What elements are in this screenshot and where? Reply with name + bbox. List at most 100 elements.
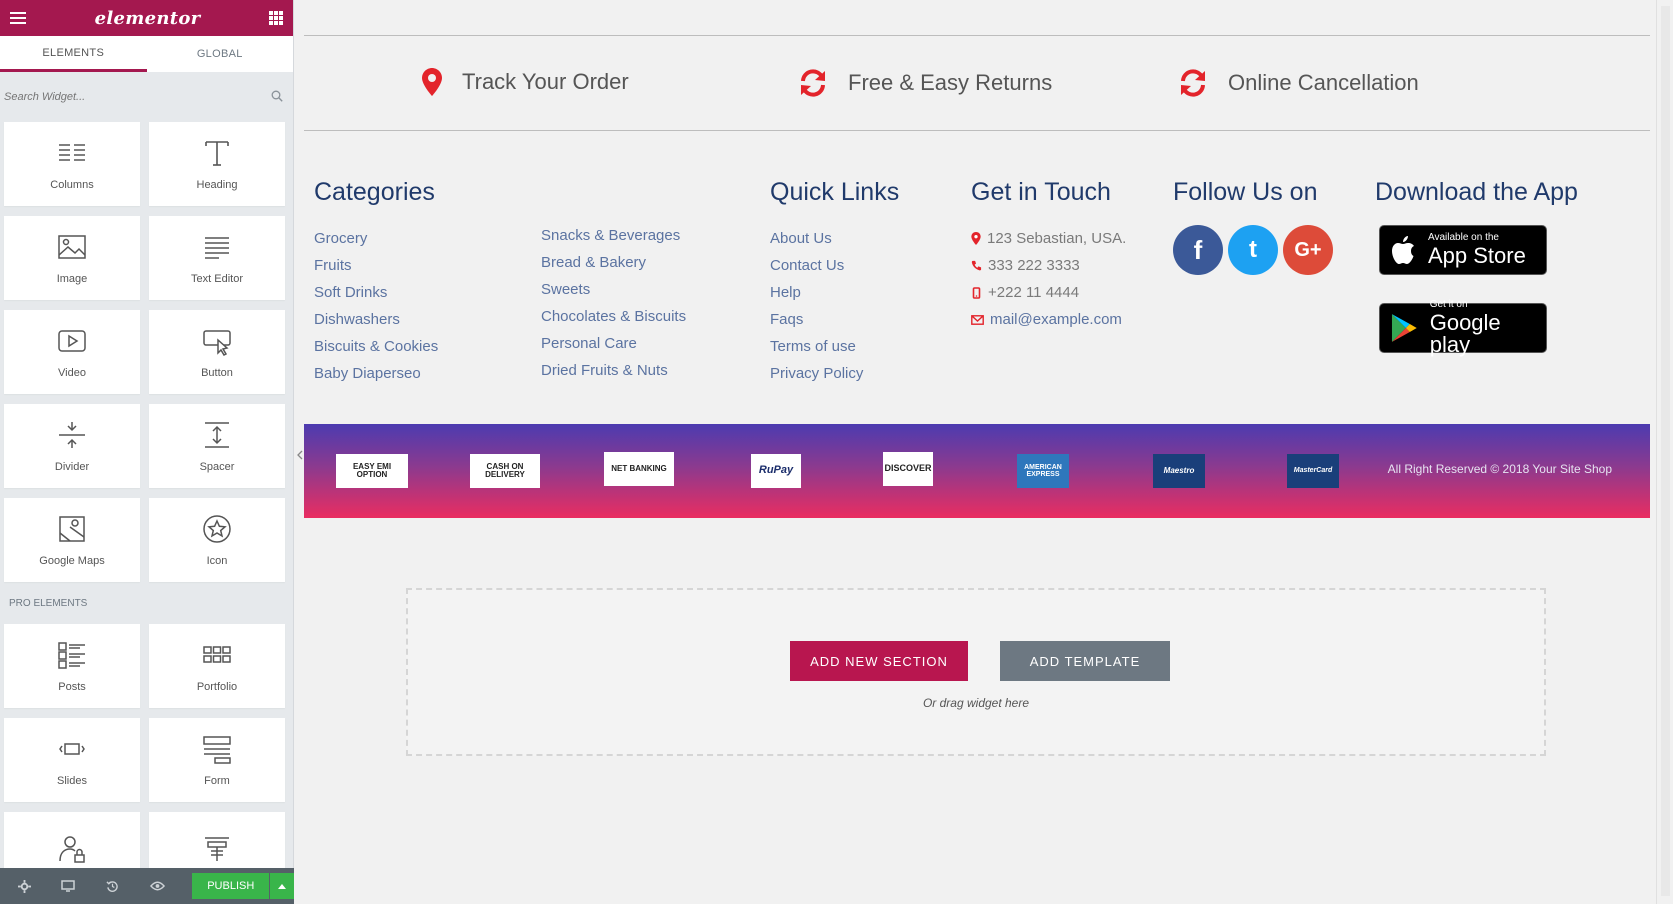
gplay-big-text: Google play [1429, 310, 1501, 357]
app-store-badge[interactable]: Available on the App Store [1379, 225, 1547, 275]
widget-label: Icon [206, 555, 228, 567]
category-link[interactable]: Chocolates & Biscuits [541, 303, 686, 330]
add-template-button[interactable]: ADD TEMPLATE [1000, 641, 1170, 681]
category-link[interactable]: Dishwashers [314, 306, 438, 333]
image-icon [58, 235, 86, 259]
google-play-badge[interactable]: Get it on Google play [1379, 300, 1547, 357]
widget-video[interactable]: Video [4, 310, 140, 394]
mastercard-badge: MasterCard [1287, 454, 1339, 488]
feature-cancellation: Online Cancellation [1178, 68, 1419, 98]
category-link[interactable]: Personal Care [541, 330, 686, 357]
button-icon [203, 330, 231, 356]
category-link[interactable]: Bread & Bakery [541, 249, 686, 276]
publish-options-button[interactable] [270, 873, 294, 899]
quick-link[interactable]: Terms of use [770, 333, 899, 360]
quick-link[interactable]: Privacy Policy [770, 360, 899, 387]
tab-global[interactable]: GLOBAL [147, 36, 294, 72]
amex-badge: AMERICAN EXPRESS [1017, 454, 1069, 488]
category-link[interactable]: Sweets [541, 276, 686, 303]
widget-button[interactable]: Button [149, 310, 285, 394]
follow-title: Follow Us on [1173, 178, 1318, 206]
maestro-badge: Maestro [1153, 454, 1205, 488]
widget-label: Columns [50, 179, 94, 191]
widget-columns[interactable]: Columns [4, 122, 140, 206]
cod-badge: CASH ON DELIVERY [470, 454, 540, 488]
widget-image[interactable]: Image [4, 216, 140, 300]
widget-slides[interactable]: Slides [4, 718, 140, 802]
app-column: Download the App Available on the App St… [1375, 178, 1578, 357]
eye-icon[interactable] [141, 868, 173, 904]
google-play-icon [1391, 314, 1417, 342]
quick-link[interactable]: Faqs [770, 306, 899, 333]
heading-icon [205, 141, 229, 166]
tab-elements[interactable]: ELEMENTS [0, 36, 147, 72]
basic-widgets-grid: Columns Heading Image Text Editor Video … [0, 122, 293, 582]
settings-icon[interactable] [8, 868, 40, 904]
price-table-icon [205, 837, 229, 861]
pro-widgets-grid: Posts Portfolio Slides Form [0, 624, 293, 896]
email-link[interactable]: mail@example.com [990, 306, 1122, 333]
footer-columns: Categories Grocery Fruits Soft Drinks Di… [304, 178, 1650, 418]
widget-google-maps[interactable]: Google Maps [4, 498, 140, 582]
feature-returns: Free & Easy Returns [798, 68, 1052, 98]
widget-spacer[interactable]: Spacer [149, 404, 285, 488]
widget-label: Button [201, 367, 233, 379]
chevron-left-icon [297, 450, 303, 460]
contact-list: 123 Sebastian, USA. 333 222 3333 +222 11… [971, 225, 1126, 333]
user-lock-icon [59, 836, 85, 863]
category-link[interactable]: Biscuits & Cookies [314, 333, 438, 360]
widget-label: Posts [58, 681, 86, 693]
divider [304, 130, 1650, 131]
feature-track-order: Track Your Order [422, 68, 629, 96]
elementor-panel: elementor ELEMENTS GLOBAL Columns Headin… [0, 0, 294, 904]
map-marker-icon [971, 232, 981, 245]
widget-icon[interactable]: Icon [149, 498, 285, 582]
widget-label: Slides [57, 775, 87, 787]
page-preview: Track Your Order Free & Easy Returns Onl… [304, 0, 1650, 904]
follow-column: Follow Us on f t G+ [1173, 178, 1333, 275]
pro-elements-label: PRO ELEMENTS [9, 598, 88, 609]
quick-link[interactable]: About Us [770, 225, 899, 252]
category-link[interactable]: Soft Drinks [314, 279, 438, 306]
desktop-icon[interactable] [52, 868, 84, 904]
history-icon[interactable] [97, 868, 129, 904]
category-link[interactable]: Dried Fruits & Nuts [541, 357, 686, 384]
scrollbar-thumb[interactable] [1661, 6, 1670, 896]
categories-list-2: Snacks & Beverages Bread & Bakery Sweets… [541, 222, 686, 384]
publish-button[interactable]: PUBLISH [192, 873, 270, 899]
widget-heading[interactable]: Heading [149, 122, 285, 206]
widget-posts[interactable]: Posts [4, 624, 140, 708]
widgets-grid-icon[interactable] [269, 11, 283, 25]
map-icon [59, 516, 85, 542]
twitter-icon[interactable]: t [1228, 225, 1278, 275]
contact-email: mail@example.com [971, 306, 1126, 333]
panel-header: elementor [0, 0, 293, 36]
widget-form[interactable]: Form [149, 718, 285, 802]
apple-icon [1392, 236, 1414, 264]
widget-label: Video [58, 367, 86, 379]
menu-icon[interactable] [10, 12, 26, 24]
category-link[interactable]: Baby Diaperseo [314, 360, 438, 387]
google-plus-icon[interactable]: G+ [1283, 225, 1333, 275]
quick-link[interactable]: Help [770, 279, 899, 306]
page-scrollbar[interactable] [1656, 0, 1673, 904]
widget-text-editor[interactable]: Text Editor [149, 216, 285, 300]
category-link[interactable]: Snacks & Beverages [541, 222, 686, 249]
contact-phone: 333 222 3333 [971, 252, 1126, 279]
search-input[interactable] [4, 91, 254, 103]
facebook-icon[interactable]: f [1173, 225, 1223, 275]
category-link[interactable]: Fruits [314, 252, 438, 279]
quick-link[interactable]: Contact Us [770, 252, 899, 279]
widget-label: Google Maps [39, 555, 105, 567]
widget-search [0, 72, 293, 122]
feature-label: Free & Easy Returns [848, 70, 1053, 95]
search-icon[interactable] [271, 90, 283, 102]
add-new-section-button[interactable]: ADD NEW SECTION [790, 641, 968, 681]
category-link[interactable]: Grocery [314, 225, 438, 252]
widget-portfolio[interactable]: Portfolio [149, 624, 285, 708]
contact-address: 123 Sebastian, USA. [971, 225, 1126, 252]
widget-label: Portfolio [196, 681, 238, 693]
star-icon [203, 515, 231, 543]
widget-divider[interactable]: Divider [4, 404, 140, 488]
add-section-dropzone[interactable]: ADD NEW SECTION ADD TEMPLATE Or drag wid… [406, 588, 1546, 756]
